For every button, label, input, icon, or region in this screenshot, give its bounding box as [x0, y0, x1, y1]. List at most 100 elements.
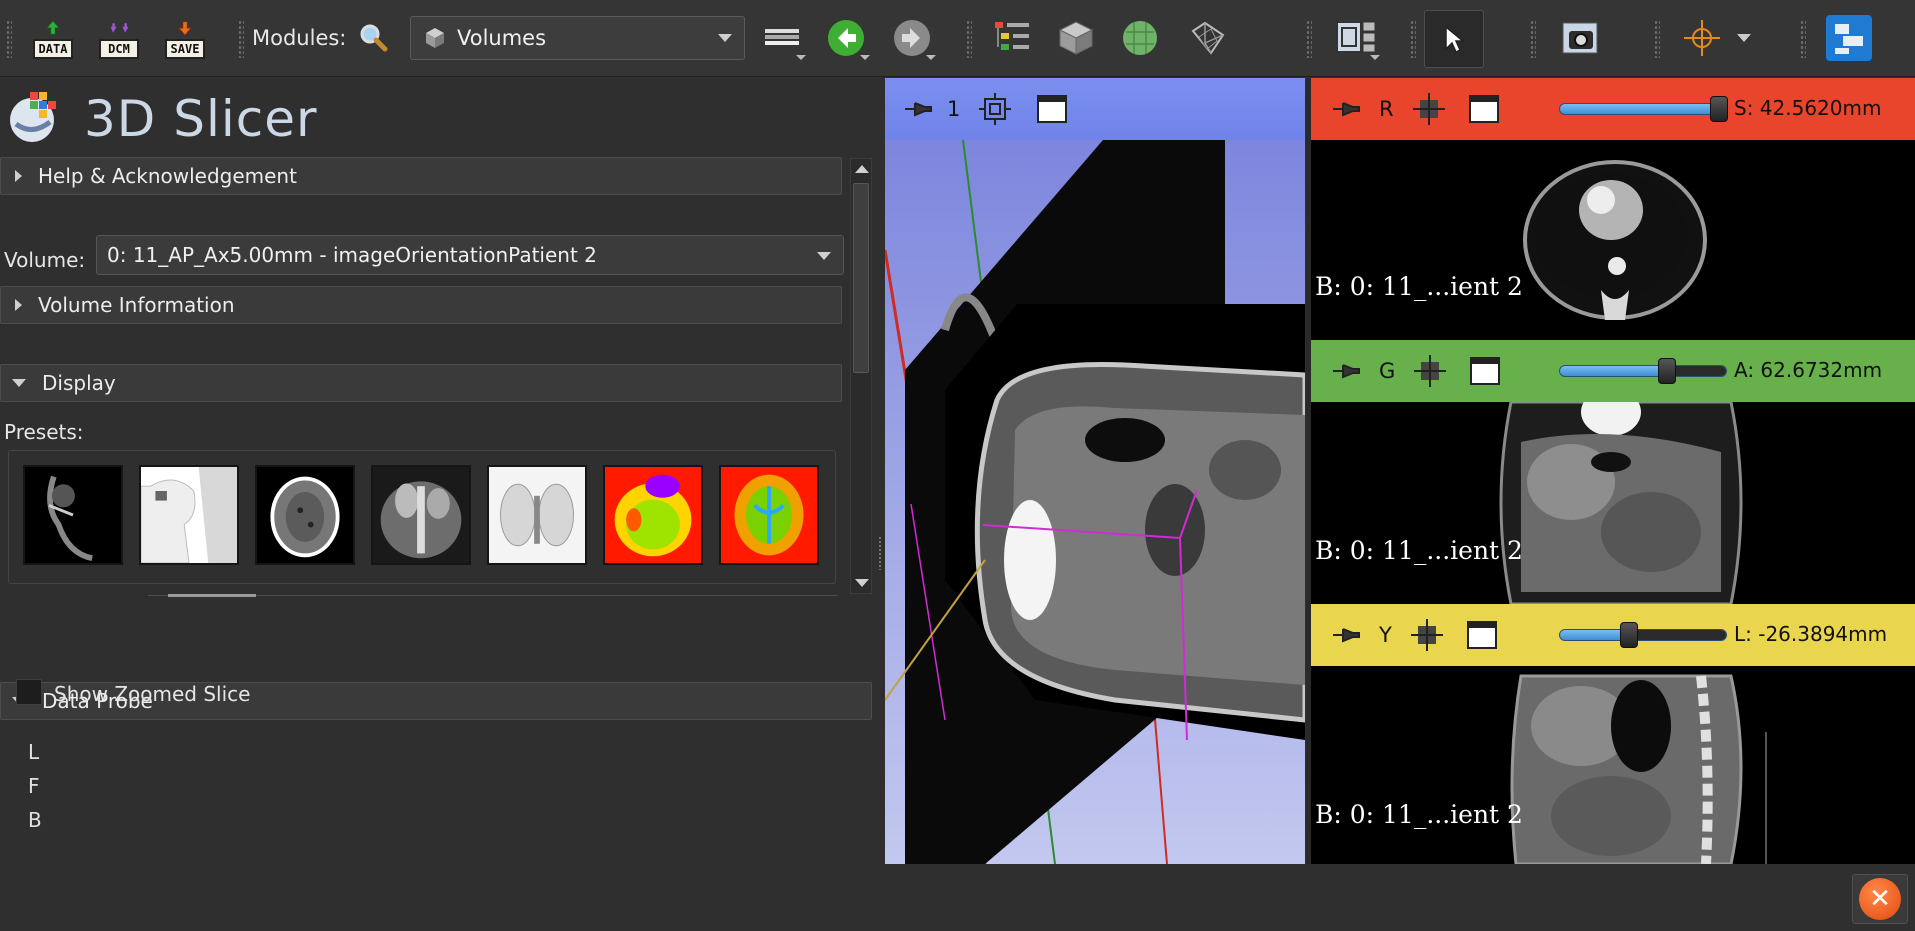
- layout-menu-button[interactable]: [760, 16, 806, 60]
- back-button[interactable]: [824, 16, 870, 60]
- slice-background-label: B: 0: 11_...ient 2: [1315, 536, 1523, 565]
- show-zoomed-slice-label: Show Zoomed Slice: [54, 682, 251, 706]
- toolbar-grip[interactable]: [1410, 20, 1416, 58]
- show-zoomed-slice-checkbox[interactable]: [16, 679, 42, 705]
- scrollbar-thumb[interactable]: [853, 183, 869, 373]
- extension-tree-button[interactable]: [990, 16, 1034, 60]
- slice-offset-slider[interactable]: [1559, 358, 1727, 384]
- module-panel: 3D Slicer Help & Acknowledgement Volume:…: [0, 78, 882, 931]
- save-label: SAVE: [165, 39, 205, 59]
- models-button[interactable]: [1054, 16, 1098, 60]
- maximize-view-icon[interactable]: [1469, 356, 1501, 386]
- partial-widget-bar: [168, 594, 256, 597]
- forward-button[interactable]: [890, 16, 936, 60]
- partial-widget: [148, 594, 838, 601]
- slice-background-label: B: 0: 11_...ient 2: [1315, 272, 1523, 301]
- screenshot-button[interactable]: [1558, 16, 1602, 60]
- slice-visibility-icon[interactable]: [1413, 354, 1447, 388]
- slice-offset-slider[interactable]: [1559, 96, 1728, 122]
- crosshair-menu-button[interactable]: [1734, 28, 1754, 48]
- toolbar-grip[interactable]: [238, 20, 244, 58]
- layout-icon: [765, 29, 799, 45]
- dicom-button[interactable]: DCM: [94, 12, 144, 66]
- preset-ct-abdomen[interactable]: [371, 465, 471, 565]
- probe-line-b: B: [28, 808, 42, 832]
- preset-thumbnail: [373, 467, 469, 563]
- toolbar-grip[interactable]: [1306, 20, 1312, 58]
- preset-ct-bone[interactable]: [23, 465, 123, 565]
- pin-icon[interactable]: [1331, 360, 1361, 382]
- view-3d[interactable]: 1: [885, 78, 1305, 864]
- toolbar-grip[interactable]: [966, 20, 972, 58]
- preset-ct-lung[interactable]: [487, 465, 587, 565]
- panel-scrollbar[interactable]: [850, 158, 872, 594]
- slice-visibility-icon[interactable]: [1410, 618, 1444, 652]
- slice-letter: G: [1379, 359, 1396, 383]
- view-3d-controller-bar: 1: [885, 78, 1305, 140]
- save-icon: [177, 21, 193, 36]
- preset-ct-air[interactable]: [139, 465, 239, 565]
- volumes-cube-icon: [426, 28, 444, 48]
- section-title: Volume Information: [38, 293, 235, 317]
- maximize-view-icon[interactable]: [1468, 94, 1500, 124]
- mouse-mode-button[interactable]: [1424, 10, 1484, 68]
- slice-controller-bar-yellow: Y L: -26.3894mm: [1311, 604, 1915, 666]
- slice-view-red[interactable]: R S: 42.5620mm B: 0: 11_...ient 2: [1311, 78, 1915, 340]
- chevron-down-icon[interactable]: [855, 579, 869, 587]
- slice-offset-slider[interactable]: [1559, 622, 1727, 648]
- slice-controller-bar-red: R S: 42.5620mm: [1311, 78, 1915, 140]
- chevron-down-icon: [817, 252, 831, 260]
- chevron-down-icon: [860, 55, 870, 60]
- slider-handle[interactable]: [1658, 358, 1676, 384]
- cube-grid-icon: [1058, 21, 1094, 55]
- save-button[interactable]: SAVE: [160, 12, 210, 66]
- volume-selected-text: 0: 11_AP_Ax5.00mm - imageOrientationPati…: [107, 243, 597, 267]
- module-selector[interactable]: Volumes: [410, 16, 745, 60]
- volume-selector[interactable]: 0: 11_AP_Ax5.00mm - imageOrientationPati…: [96, 235, 844, 275]
- segment-button[interactable]: [1118, 16, 1162, 60]
- section-volume-information[interactable]: Volume Information: [0, 286, 842, 324]
- section-display[interactable]: Display: [0, 364, 842, 402]
- slice-letter: Y: [1379, 623, 1392, 647]
- preset-dti[interactable]: [719, 465, 819, 565]
- crosshair-button[interactable]: [1680, 16, 1724, 60]
- preset-pet[interactable]: [603, 465, 703, 565]
- presets-container: [8, 450, 836, 584]
- close-button[interactable]: ✕: [1852, 874, 1908, 924]
- slice-visibility-icon[interactable]: [1412, 92, 1446, 126]
- dcm-label: DCM: [99, 39, 139, 59]
- sphere-icon: [1123, 21, 1157, 55]
- toolbar-grip[interactable]: [1800, 20, 1806, 58]
- preset-ct-brain[interactable]: [255, 465, 355, 565]
- layout-select-button[interactable]: [1334, 16, 1380, 60]
- load-data-button[interactable]: DATA: [28, 12, 78, 66]
- slice-view-yellow[interactable]: Y L: -26.3894mm B: 0: 11_...ient 2: [1311, 604, 1915, 864]
- pin-icon[interactable]: [903, 98, 933, 120]
- data-load-icon: [45, 20, 61, 35]
- screenshot-camera-icon: [1562, 22, 1598, 54]
- section-help[interactable]: Help & Acknowledgement: [0, 157, 842, 195]
- maximize-view-icon[interactable]: [1466, 620, 1498, 650]
- chevron-right-icon: [15, 299, 22, 311]
- slider-handle[interactable]: [1620, 622, 1638, 648]
- back-arrow-icon: [828, 20, 864, 56]
- section-title: Help & Acknowledgement: [38, 164, 297, 188]
- chevron-down-icon: [1737, 34, 1751, 42]
- toolbar-grip[interactable]: [1530, 20, 1536, 58]
- slice-letter: R: [1379, 97, 1394, 121]
- center-view-icon[interactable]: [978, 92, 1012, 126]
- maximize-view-icon[interactable]: [1036, 94, 1068, 124]
- markups-button[interactable]: [1186, 16, 1230, 60]
- toolbar-grip[interactable]: [6, 20, 12, 58]
- pin-icon[interactable]: [1331, 624, 1361, 646]
- pin-icon[interactable]: [1331, 98, 1361, 120]
- toolbar-grip[interactable]: [1654, 20, 1660, 58]
- preset-thumbnail: [141, 467, 237, 563]
- slider-handle[interactable]: [1710, 96, 1728, 122]
- slice-view-green[interactable]: G A: 62.6732mm B: 0: 11_...ient 2: [1311, 340, 1915, 604]
- module-selected-text: Volumes: [457, 26, 547, 50]
- chevron-up-icon[interactable]: [855, 165, 869, 173]
- module-search-button[interactable]: [356, 20, 390, 54]
- extension-manager-button[interactable]: [1824, 14, 1874, 62]
- panel-splitter-handle[interactable]: [878, 536, 882, 570]
